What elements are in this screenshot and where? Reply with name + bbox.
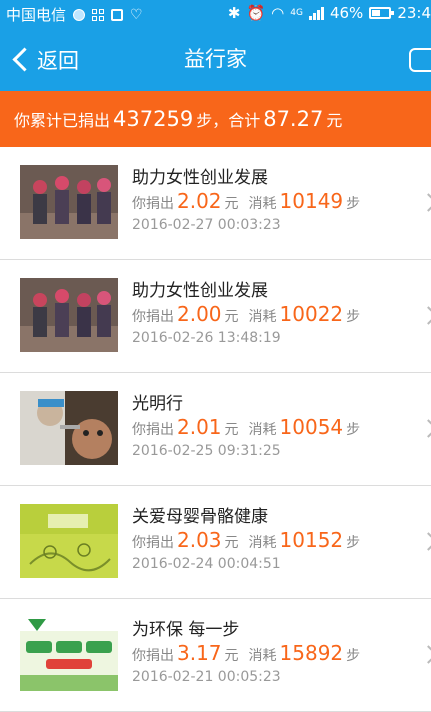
summary-steps: 437259	[113, 107, 194, 131]
step-count: 10054	[279, 415, 344, 439]
yuan-label: 元	[224, 422, 239, 438]
chevron-right-icon	[419, 193, 431, 212]
green-illustration	[20, 504, 118, 578]
donated-label: 你捐出	[132, 196, 174, 212]
item-stats: 你捐出 3.17 元 消耗 15892 步	[132, 641, 360, 665]
eye-exam-photo	[20, 391, 118, 465]
donation-list: 助力女性创业发展 你捐出 2.02 元 消耗 10149 步 2016-02-2…	[0, 147, 431, 712]
item-title: 助力女性创业发展	[132, 281, 268, 301]
item-date: 2016-02-24 00:04:51	[132, 556, 281, 572]
consumed-label: 消耗	[248, 196, 277, 212]
back-button[interactable]: 返回	[8, 28, 79, 91]
steps-label: 步	[346, 309, 361, 325]
consumed-label: 消耗	[248, 422, 277, 438]
summary-prefix: 你累计已捐出	[14, 111, 111, 130]
battery-percent: 46%	[329, 4, 364, 22]
consumed-label: 消耗	[248, 648, 277, 664]
chevron-left-icon	[12, 47, 37, 72]
item-date: 2016-02-26 13:48:19	[132, 330, 281, 346]
chevron-right-icon	[419, 645, 431, 664]
item-title: 光明行	[132, 394, 183, 414]
women-group-photo	[20, 278, 118, 352]
list-item[interactable]: 助力女性创业发展 你捐出 2.02 元 消耗 10149 步 2016-02-2…	[0, 147, 431, 260]
yuan-label: 元	[224, 309, 239, 325]
signal-icon	[308, 6, 324, 20]
eco-poster	[20, 617, 118, 691]
donated-amount: 2.01	[177, 415, 222, 439]
donated-amount: 2.02	[177, 189, 222, 213]
network-label: 4G	[290, 8, 303, 18]
donated-amount: 2.03	[177, 528, 222, 552]
alarm-icon: ⏰	[246, 4, 266, 22]
item-stats: 你捐出 2.03 元 消耗 10152 步	[132, 528, 360, 552]
donation-summary: 你累计已捐出 437259 步，合计 87.27 元	[0, 91, 431, 147]
clock: 23:4	[397, 4, 431, 22]
list-item[interactable]: 为环保 每一步 你捐出 3.17 元 消耗 15892 步 2016-02-21…	[0, 599, 431, 712]
status-bar: 中国电信 ♡ ✱ ⏰ ◠ 4G 46% 23:4	[0, 0, 431, 28]
donated-label: 你捐出	[132, 535, 174, 551]
donated-amount: 3.17	[177, 641, 222, 665]
item-date: 2016-02-27 00:03:23	[132, 217, 281, 233]
carrier-label: 中国电信	[6, 6, 67, 24]
bluetooth-icon: ✱	[227, 4, 241, 22]
steps-label: 步	[346, 535, 361, 551]
donated-label: 你捐出	[132, 309, 174, 325]
list-item[interactable]: 助力女性创业发展 你捐出 2.00 元 消耗 10022 步 2016-02-2…	[0, 260, 431, 373]
step-count: 10022	[279, 302, 344, 326]
item-date: 2016-02-25 09:31:25	[132, 443, 281, 459]
item-title: 助力女性创业发展	[132, 168, 268, 188]
chevron-right-icon	[419, 306, 431, 325]
share-icon[interactable]	[409, 48, 431, 72]
chevron-right-icon	[419, 419, 431, 438]
summary-steps-unit: 步，合计	[196, 111, 261, 130]
heart-icon: ♡	[130, 6, 143, 23]
consumed-label: 消耗	[248, 535, 277, 551]
item-date: 2016-02-21 00:05:23	[132, 669, 281, 685]
item-title: 关爱母婴骨骼健康	[132, 507, 268, 527]
steps-label: 步	[346, 196, 361, 212]
battery-icon	[369, 7, 395, 19]
consumed-label: 消耗	[248, 309, 277, 325]
summary-amount: 87.27	[263, 107, 324, 131]
item-stats: 你捐出 2.00 元 消耗 10022 步	[132, 302, 360, 326]
donated-label: 你捐出	[132, 648, 174, 664]
wifi-icon: ◠	[271, 4, 285, 22]
yuan-label: 元	[224, 648, 239, 664]
chevron-right-icon	[419, 532, 431, 551]
step-count: 15892	[279, 641, 344, 665]
summary-amount-unit: 元	[326, 111, 343, 130]
donated-label: 你捐出	[132, 422, 174, 438]
image-icon	[111, 8, 124, 21]
step-count: 10152	[279, 528, 344, 552]
apps-icon	[92, 8, 105, 21]
yuan-label: 元	[224, 535, 239, 551]
notification-dot-icon	[73, 8, 86, 21]
yuan-label: 元	[224, 196, 239, 212]
title-bar: 益行家 返回	[0, 28, 431, 91]
steps-label: 步	[346, 422, 361, 438]
back-label: 返回	[37, 48, 79, 73]
list-item[interactable]: 光明行 你捐出 2.01 元 消耗 10054 步 2016-02-25 09:…	[0, 373, 431, 486]
steps-label: 步	[346, 648, 361, 664]
list-item[interactable]: 关爱母婴骨骼健康 你捐出 2.03 元 消耗 10152 步 2016-02-2…	[0, 486, 431, 599]
donated-amount: 2.00	[177, 302, 222, 326]
item-stats: 你捐出 2.01 元 消耗 10054 步	[132, 415, 360, 439]
item-title: 为环保 每一步	[132, 620, 240, 640]
item-stats: 你捐出 2.02 元 消耗 10149 步	[132, 189, 360, 213]
step-count: 10149	[279, 189, 344, 213]
women-group-photo	[20, 165, 118, 239]
